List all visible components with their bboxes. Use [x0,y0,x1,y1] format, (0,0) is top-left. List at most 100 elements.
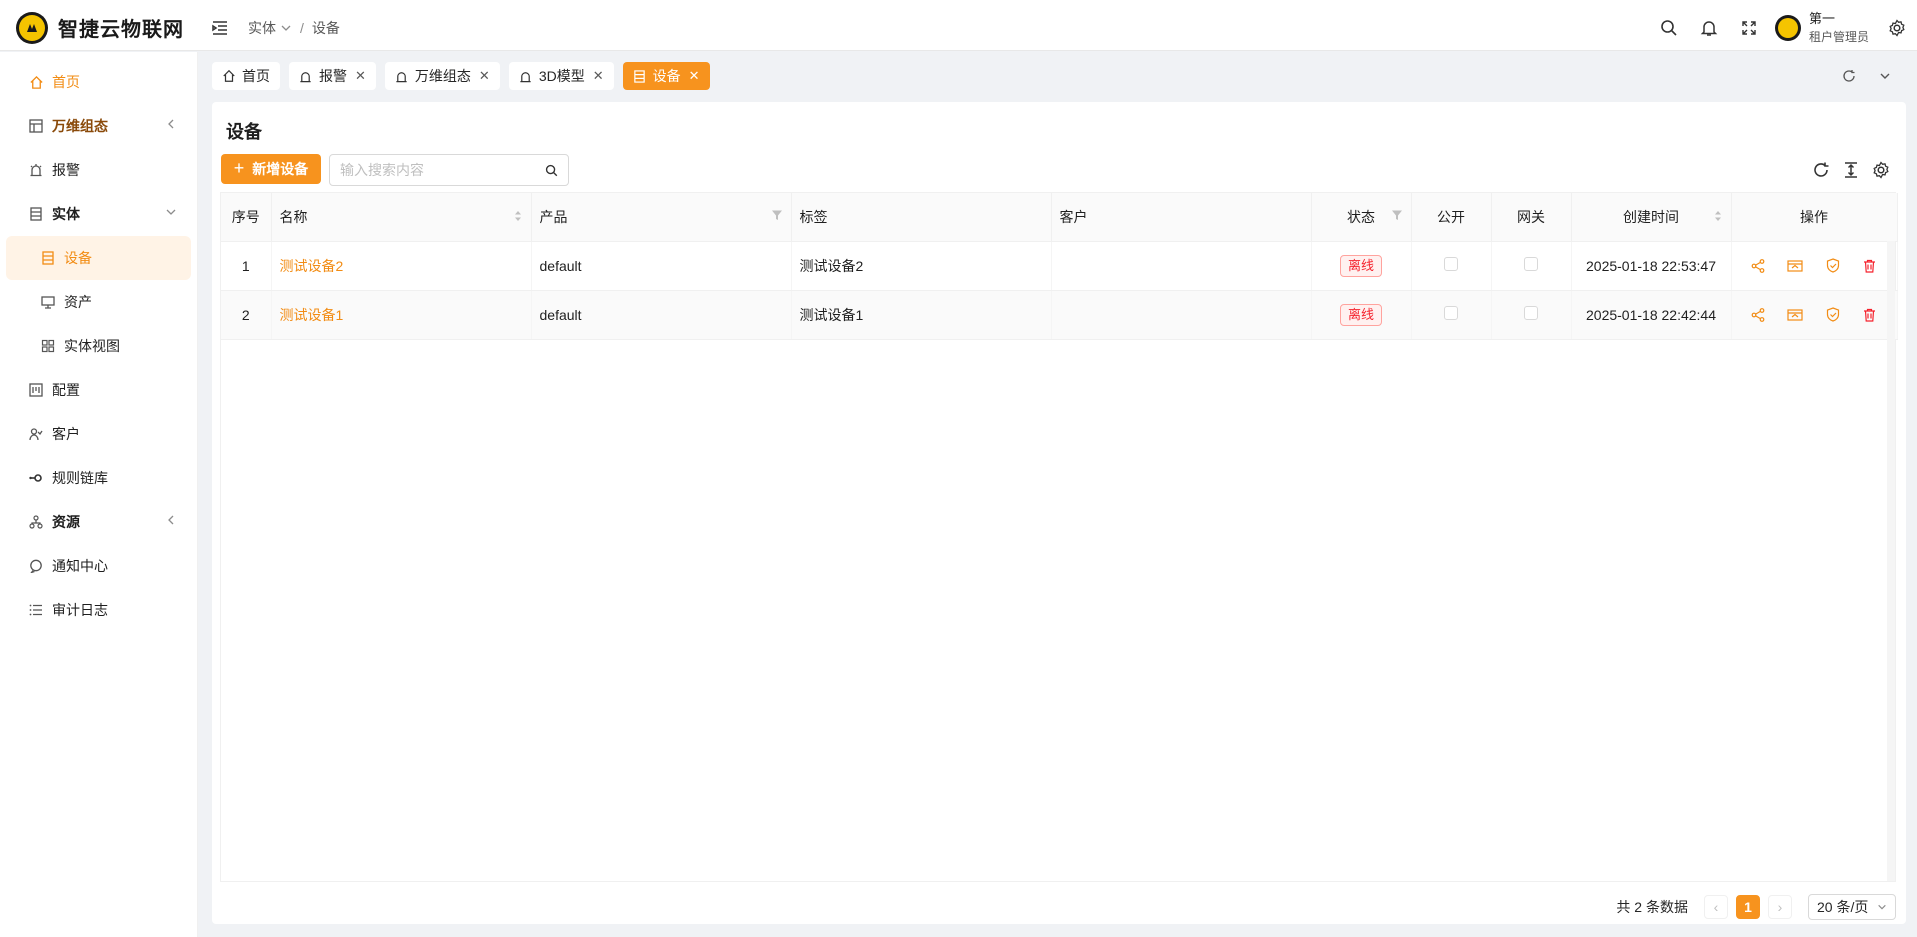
cell-label: 测试设备1 [791,290,1052,340]
public-checkbox[interactable] [1444,306,1458,320]
column-header-status[interactable]: 状态 [1311,193,1412,242]
sidebar-item-entity-view[interactable]: 实体视图 [6,324,191,368]
share-icon[interactable] [1749,306,1767,324]
chevron-down-icon [1878,904,1886,910]
menu-collapse-icon[interactable] [208,16,232,40]
delete-icon[interactable] [1861,306,1879,324]
cell-index: 2 [221,290,272,340]
config-icon [28,382,44,398]
chevron-down-icon [281,25,291,31]
column-header-customer: 客户 [1051,193,1312,242]
sidebar-item-config[interactable]: 配置 [6,368,191,412]
gateway-checkbox[interactable] [1524,257,1538,271]
page-number-button[interactable]: 1 [1736,895,1760,919]
credentials-icon[interactable] [1786,306,1804,324]
sidebar-item-label: 报警 [52,162,80,178]
app-logo[interactable]: 智捷云物联网 [0,11,198,44]
status-badge: 离线 [1339,254,1382,277]
gateway-checkbox[interactable] [1524,306,1538,320]
close-icon[interactable]: ✕ [689,68,700,84]
layout-icon [28,118,44,134]
filter-icon[interactable] [771,209,783,221]
sidebar-item-home[interactable]: 首页 [6,60,191,104]
avatar [1774,14,1801,41]
sort-icon[interactable] [1713,209,1723,223]
share-icon[interactable] [1749,257,1767,275]
sort-icon[interactable] [513,209,523,223]
grid-icon [40,338,56,354]
sidebar-item-wanwei[interactable]: 万维组态 [6,104,191,148]
shield-check-icon[interactable] [1824,257,1842,275]
tab-wanwei[interactable]: 万维组态 ✕ [384,62,500,90]
gear-icon[interactable] [1866,156,1896,184]
sidebar-item-label: 万维组态 [52,118,108,134]
credentials-icon[interactable] [1786,257,1804,275]
sidebar-item-asset[interactable]: 资产 [6,280,191,324]
delete-icon[interactable] [1861,257,1879,275]
filter-icon[interactable] [1391,209,1403,221]
shield-check-icon[interactable] [1824,306,1842,324]
search-icon[interactable] [1649,5,1689,51]
sidebar-item-label: 通知中心 [52,558,108,574]
sidebar-item-notification[interactable]: 通知中心 [6,544,191,588]
add-device-button[interactable]: + 新增设备 [221,154,321,184]
fullscreen-icon[interactable] [1729,5,1769,51]
sidebar-item-alarm[interactable]: 报警 [6,148,191,192]
sidebar-item-resource[interactable]: 资源 [6,500,191,544]
close-icon[interactable]: ✕ [593,68,604,84]
device-name-link[interactable]: 测试设备1 [280,307,344,323]
column-header-name[interactable]: 名称 [271,193,532,242]
table-row: 2 测试设备1 default 测试设备1 离线 2025-01-18 22:4… [221,290,1898,340]
notification-icon [28,558,44,574]
bell-icon[interactable] [1689,5,1729,51]
tab-3d-model[interactable]: 3D模型 ✕ [508,62,614,90]
breadcrumb-parent[interactable]: 实体 [248,18,292,38]
prev-page-button[interactable]: ‹ [1704,895,1728,919]
sidebar-item-rule-chain[interactable]: 规则链库 [6,456,191,500]
sidebar-item-label: 实体 [52,206,80,222]
user-menu[interactable]: 第一 租户管理员 [1774,10,1869,46]
sidebar-item-label: 首页 [52,74,80,90]
sidebar-item-entity[interactable]: 实体 [6,192,191,236]
reload-icon[interactable] [1831,62,1867,90]
column-header-created[interactable]: 创建时间 [1571,193,1732,242]
chevron-down-icon[interactable] [1867,62,1903,90]
total-count: 共 2 条数据 [1616,899,1688,915]
status-badge: 离线 [1339,303,1382,326]
plus-icon: + [233,157,245,178]
tab-home[interactable]: 首页 [212,62,280,90]
column-header-label: 产品 [539,208,568,225]
table-scrollbar[interactable] [1887,241,1895,881]
close-icon[interactable]: ✕ [479,68,490,84]
close-icon[interactable]: ✕ [355,68,366,84]
sidebar-item-customer[interactable]: 客户 [6,412,191,456]
home-icon [222,69,236,83]
device-name-link[interactable]: 测试设备2 [280,258,344,274]
breadcrumb: 实体 / 设备 [248,18,340,38]
refresh-icon[interactable] [1806,156,1836,184]
tab-label: 设备 [652,68,681,84]
gear-icon[interactable] [1877,5,1917,51]
search-box [329,154,569,186]
alarm-icon [299,69,313,83]
tab-alarm[interactable]: 报警 ✕ [289,62,376,90]
column-height-icon[interactable] [1836,156,1866,184]
sidebar-item-label: 设备 [64,250,92,266]
cell-created: 2025-01-18 22:42:44 [1571,290,1732,340]
sidebar-item-label: 资源 [52,514,80,530]
tab-label: 报警 [319,68,347,84]
search-icon[interactable] [545,164,558,177]
sidebar-item-device[interactable]: 设备 [6,236,191,280]
page-size-select[interactable]: 20 条/页 [1808,894,1896,920]
column-header-label: 标签 [791,193,1052,242]
device-icon [633,69,647,83]
public-checkbox[interactable] [1444,257,1458,271]
sidebar-item-audit-log[interactable]: 审计日志 [6,588,191,632]
column-header-product[interactable]: 产品 [531,193,792,242]
next-page-button[interactable]: › [1768,895,1792,919]
page-title: 设备 [226,122,262,142]
cell-customer [1051,290,1312,340]
search-input[interactable] [340,162,545,178]
tab-label: 3D模型 [538,68,585,84]
tab-device[interactable]: 设备 ✕ [622,62,710,90]
